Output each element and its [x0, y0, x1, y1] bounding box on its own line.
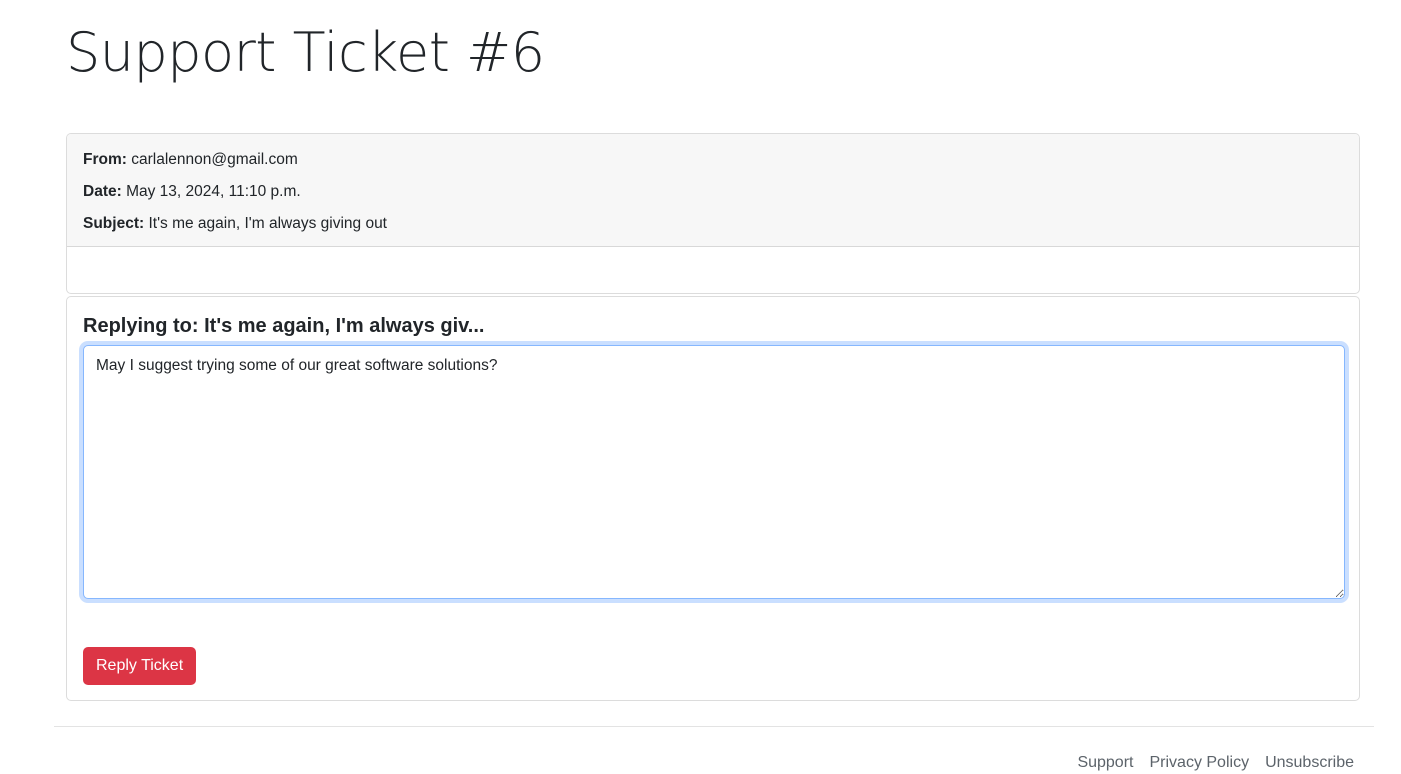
from-value: carlalennon@gmail.com	[131, 151, 298, 168]
reply-textarea[interactable]: May I suggest trying some of our great s…	[83, 345, 1345, 599]
reply-ticket-button[interactable]: Reply Ticket	[83, 647, 197, 685]
ticket-card: From: carlalennon@gmail.com Date: May 13…	[66, 133, 1360, 294]
from-label: From:	[83, 151, 127, 168]
date-value: May 13, 2024, 11:10 p.m.	[126, 183, 301, 200]
footer-divider	[54, 726, 1374, 727]
date-label: Date:	[83, 183, 122, 200]
subject-line: Subject: It's me again, I'm always givin…	[83, 208, 1343, 240]
reply-card: Replying to: It's me again, I'm always g…	[66, 296, 1360, 701]
subject-label: Subject:	[83, 215, 145, 232]
subject-value: It's me again, I'm always giving out	[148, 215, 387, 232]
ticket-header: From: carlalennon@gmail.com Date: May 13…	[67, 134, 1359, 247]
page-title: Support Ticket #6	[66, 21, 545, 84]
from-line: From: carlalennon@gmail.com	[83, 144, 1343, 176]
reply-heading: Replying to: It's me again, I'm always g…	[83, 315, 485, 337]
date-line: Date: May 13, 2024, 11:10 p.m.	[83, 176, 1343, 208]
